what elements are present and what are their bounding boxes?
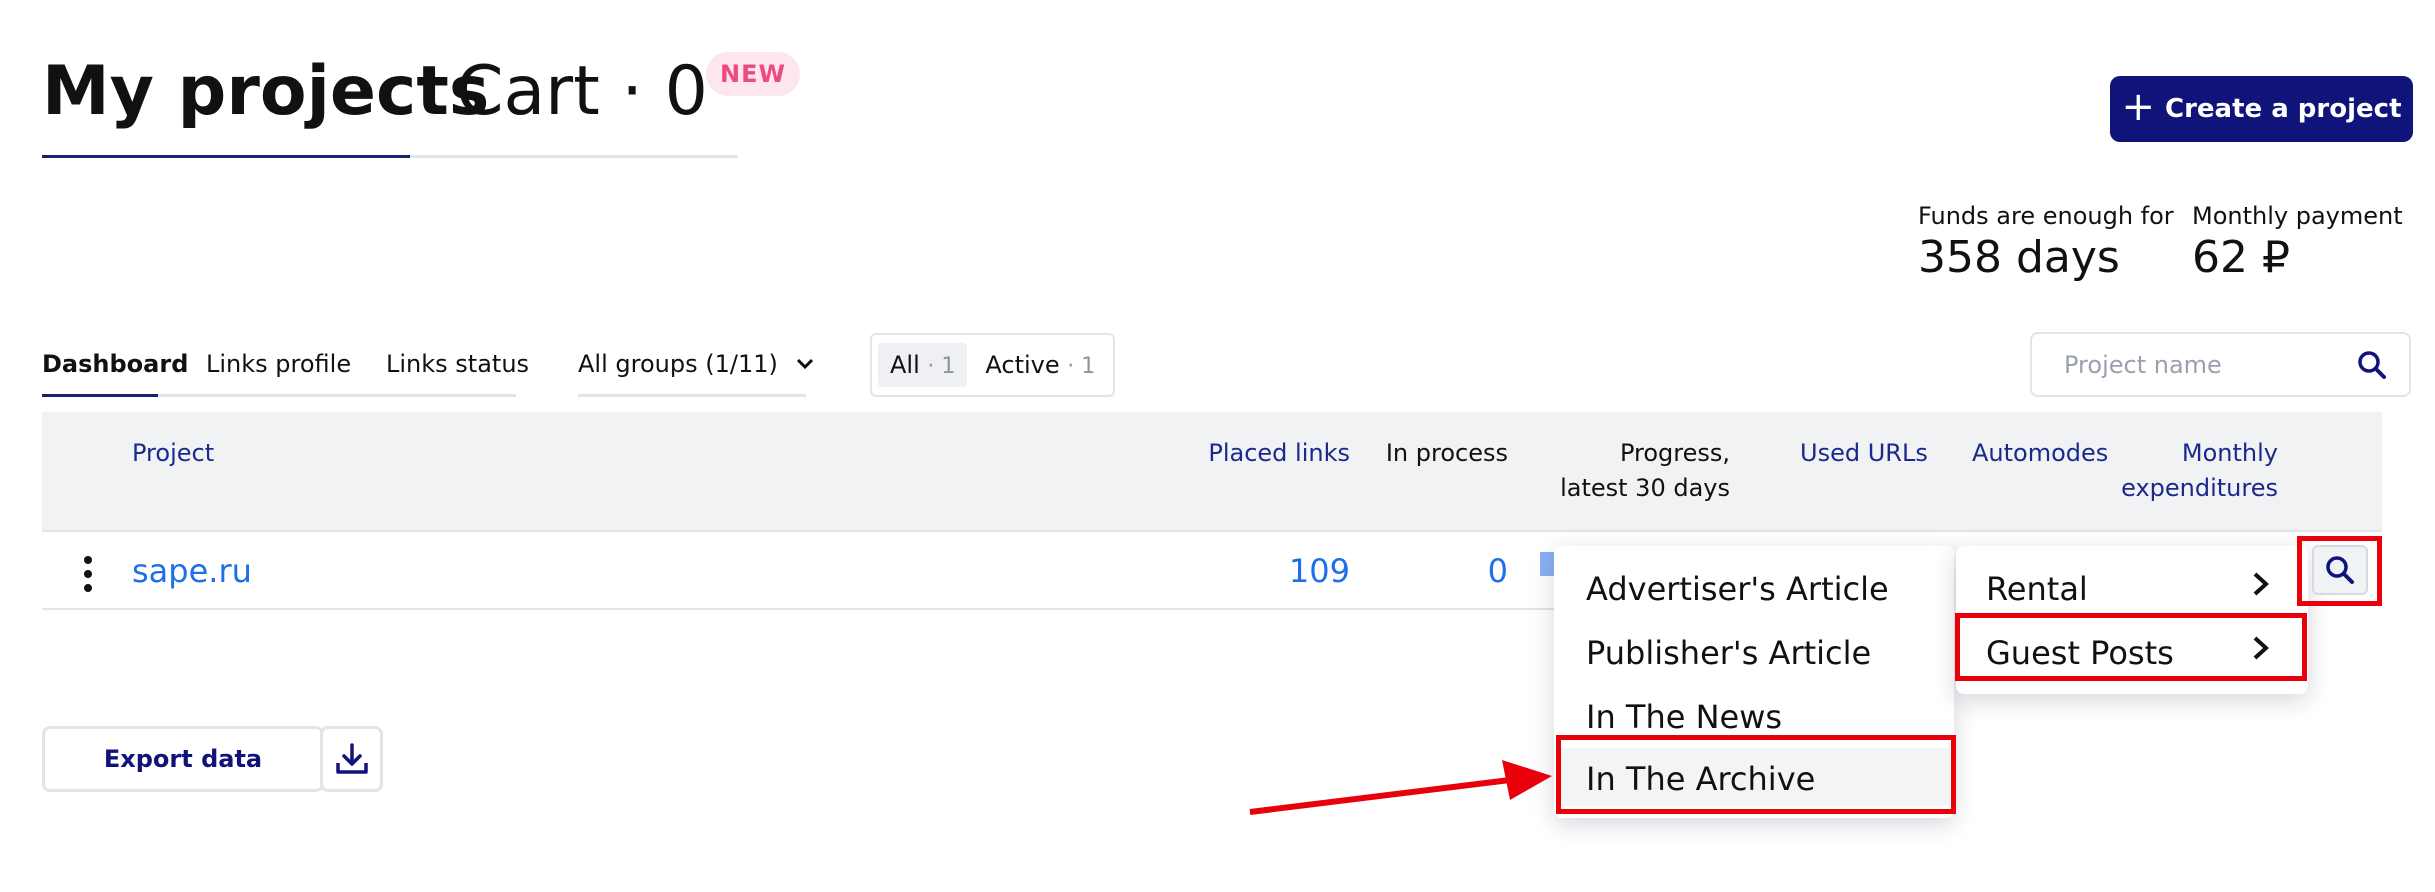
menu-item-publishers-article[interactable]: Publisher's Article: [1586, 634, 1871, 672]
project-link[interactable]: sape.ru: [132, 552, 252, 590]
new-badge: NEW: [706, 52, 800, 96]
download-icon: [335, 743, 368, 774]
filter-active[interactable]: Active · 1: [973, 343, 1107, 387]
menu-item-rental[interactable]: Rental: [1986, 570, 2088, 608]
col-used-urls[interactable]: Used URLs: [1800, 436, 1928, 471]
subtab-links-profile[interactable]: Links profile: [206, 350, 351, 378]
groups-select[interactable]: All groups (1/11): [578, 350, 814, 378]
kebab-icon[interactable]: [84, 556, 92, 592]
annotation-highlight-guest-posts: [1955, 613, 2307, 681]
col-automodes[interactable]: Automodes: [1972, 436, 2108, 471]
chevron-down-icon: [796, 358, 813, 370]
in-process-value[interactable]: 0: [1360, 552, 1508, 590]
create-project-label: Create a project: [2165, 94, 2402, 124]
annotation-highlight-archive: [1556, 735, 1956, 814]
tab-my-projects[interactable]: My projects: [42, 58, 489, 126]
col-project[interactable]: Project: [132, 436, 214, 471]
monthly-payment-value: 62 ₽: [2192, 232, 2290, 283]
filter-all[interactable]: All · 1: [878, 343, 968, 387]
menu-item-advertisers-article[interactable]: Advertiser's Article: [1586, 570, 1889, 608]
active-subtab-indicator: [42, 394, 158, 397]
placed-links-value[interactable]: 109: [1200, 552, 1350, 590]
col-in-process: In process: [1385, 439, 1508, 467]
menu-item-in-the-news[interactable]: In The News: [1586, 698, 1782, 736]
tab-cart[interactable]: Cart · 0: [456, 58, 708, 126]
funds-enough-label: Funds are enough for: [1918, 202, 2174, 230]
subtab-links-status[interactable]: Links status: [386, 350, 529, 378]
table-header: [42, 412, 2382, 530]
arrow-annotation: [1249, 760, 1552, 815]
active-tab-indicator: [42, 155, 410, 158]
export-data-button[interactable]: Export data: [42, 726, 324, 792]
progress-bar: [1540, 552, 1554, 576]
funds-enough-value: 358 days: [1918, 232, 2120, 283]
status-filter: All · 1 Active · 1: [870, 333, 1116, 397]
row-search-button[interactable]: [2312, 545, 2368, 595]
project-name-input[interactable]: [2062, 349, 2326, 380]
col-placed-links[interactable]: Placed links: [1160, 436, 1350, 471]
subtab-dashboard[interactable]: Dashboard: [42, 350, 188, 378]
project-search: [2030, 332, 2411, 397]
create-project-button[interactable]: + Create a project: [2110, 76, 2413, 142]
row-divider-top: [42, 530, 2382, 532]
monthly-payment-label: Monthly payment: [2192, 202, 2403, 230]
row-divider-bottom: [42, 608, 1562, 610]
groups-select-label: All groups (1/11): [578, 350, 778, 378]
plus-icon: +: [2121, 84, 2156, 130]
chevron-right-icon: [2252, 570, 2270, 605]
groups-select-underline: [578, 394, 806, 397]
search-icon[interactable]: [2357, 350, 2387, 380]
download-button[interactable]: [320, 726, 383, 792]
search-icon: [2326, 556, 2354, 584]
col-progress: Progress, latest 30 days: [1560, 439, 1730, 502]
col-monthly-expenditures[interactable]: Monthly expenditures: [2100, 436, 2278, 506]
